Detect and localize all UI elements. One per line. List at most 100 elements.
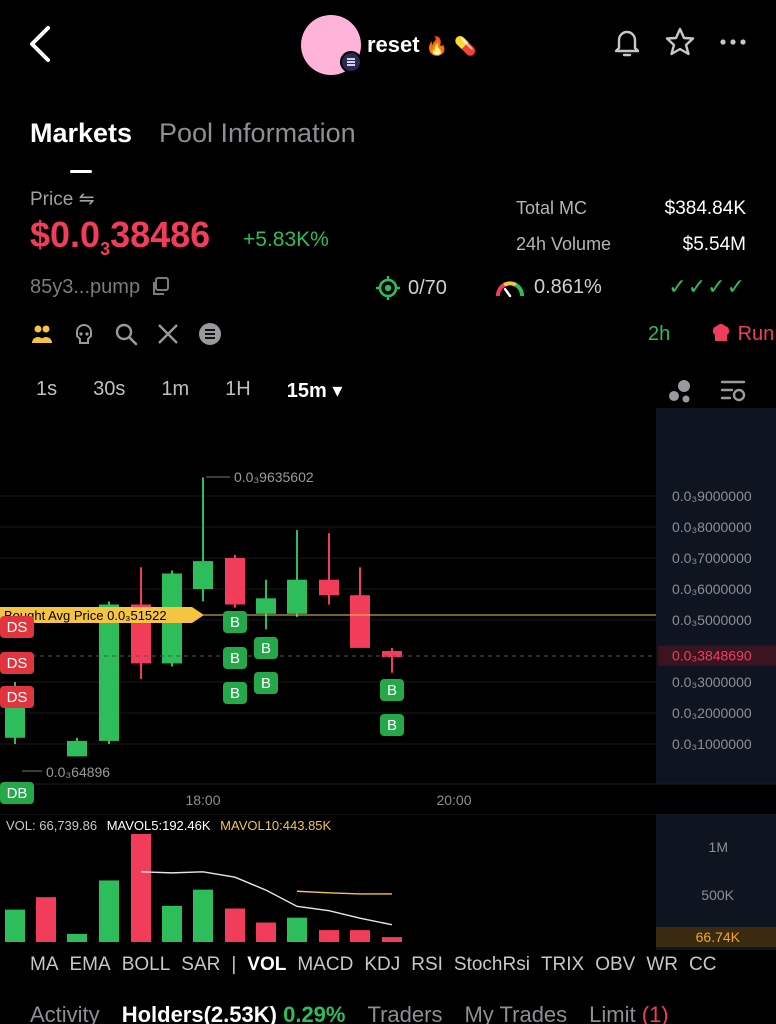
- holders-pct: 0.29%: [283, 1002, 346, 1024]
- volume-bar: [67, 933, 87, 942]
- gauge-metric: 0.861%: [494, 276, 602, 299]
- indicator-stochrsi[interactable]: StochRsi: [454, 954, 530, 982]
- indicator-kdj[interactable]: KDJ: [364, 954, 400, 982]
- trade-marker[interactable]: B: [380, 714, 404, 736]
- indicator-boll[interactable]: BOLL: [122, 954, 171, 982]
- run-indicator: Run: [710, 323, 774, 346]
- tab-markets[interactable]: Markets: [30, 118, 132, 149]
- indicator-rsi[interactable]: RSI: [411, 954, 443, 982]
- volume-bar: [382, 937, 402, 942]
- indicator-divider: |: [231, 954, 237, 975]
- y-tick-label: 0.0₃8000000: [672, 519, 752, 535]
- social-links: [30, 322, 222, 346]
- dev-icon[interactable]: [72, 322, 96, 346]
- volume-bars: [5, 834, 402, 942]
- current-vol-label: 66.74K: [696, 929, 741, 945]
- trade-marker[interactable]: DB: [0, 782, 34, 804]
- holders-metric: 0/70: [376, 276, 447, 300]
- volume-bar: [350, 930, 370, 942]
- trade-marker[interactable]: B: [254, 637, 278, 659]
- trade-marker[interactable]: DS: [0, 616, 34, 638]
- trade-marker[interactable]: DS: [0, 652, 34, 674]
- volume-legend: VOL: 66,739.86 MAVOL5:192.46K MAVOL10:44…: [6, 818, 332, 833]
- volume-bar: [36, 897, 56, 942]
- price-prefix: $0.0: [30, 214, 101, 255]
- vol-tick-label: 1M: [709, 839, 728, 855]
- indicator-macd[interactable]: MACD: [297, 954, 353, 982]
- bell-icon[interactable]: [612, 26, 642, 58]
- draw-tools-icon[interactable]: [666, 378, 694, 404]
- limit-count: (1): [641, 1002, 669, 1024]
- copy-icon[interactable]: [150, 276, 170, 296]
- chart-tools: [666, 378, 746, 404]
- chart-settings-icon[interactable]: [720, 378, 746, 404]
- price-chart[interactable]: 0.0₃9000000 0.0₃8000000 0.0₃7000000 0.0₃600…: [0, 408, 776, 816]
- trade-marker-label: B: [261, 675, 271, 692]
- high-label: 0.0₃9635602: [234, 469, 314, 485]
- tab-activity[interactable]: Activity: [30, 1002, 100, 1024]
- x-twitter-icon[interactable]: [156, 322, 180, 346]
- stat-label-market-cap: Total MC: [516, 198, 588, 218]
- candle-up: [193, 561, 213, 589]
- low-label: 0.0₃64896: [46, 764, 110, 780]
- vol-tick-label: 500K: [701, 887, 734, 903]
- tab-holders[interactable]: Holders(2.53K) 0.29%: [122, 1002, 346, 1024]
- mavol10-line: [296, 890, 392, 895]
- indicator-cc[interactable]: CC: [689, 954, 716, 982]
- interval-15m[interactable]: 15m ▾: [287, 378, 343, 403]
- header-actions: [612, 26, 748, 58]
- indicator-ema[interactable]: EMA: [70, 954, 111, 982]
- trade-marker[interactable]: B: [223, 682, 247, 704]
- volume-chart[interactable]: VOL: 66,739.86 MAVOL5:192.46K MAVOL10:44…: [0, 814, 776, 950]
- indicator-trix[interactable]: TRIX: [541, 954, 584, 982]
- volume-bar: [193, 889, 213, 942]
- x-tick-label: 18:00: [185, 792, 220, 808]
- star-icon[interactable]: [664, 26, 696, 58]
- trade-marker-label: B: [230, 685, 240, 702]
- tab-traders[interactable]: Traders: [367, 1002, 442, 1024]
- volume-bar: [287, 917, 307, 942]
- vol-legend-vol: VOL: 66,739.86: [6, 818, 97, 833]
- indicator-vol[interactable]: VOL: [247, 954, 286, 982]
- interval-1m[interactable]: 1m: [161, 378, 189, 403]
- volume-bar: [99, 880, 119, 942]
- trade-marker[interactable]: B: [223, 611, 247, 633]
- y-tick-label: 0.0₃5000000: [672, 612, 752, 628]
- run-label: Run: [737, 323, 775, 345]
- indicator-sar[interactable]: SAR: [181, 954, 220, 982]
- volume-bar: [319, 930, 339, 942]
- indicator-obv[interactable]: OBV: [595, 954, 635, 982]
- indicator-wr[interactable]: WR: [646, 954, 678, 982]
- volume-bar: [256, 922, 276, 942]
- explorer-icon[interactable]: [198, 322, 222, 346]
- indicator-selector: MA EMA BOLL SAR | VOL MACD KDJ RSI StochRsi TRIX OB…: [0, 954, 776, 982]
- community-icon[interactable]: [30, 322, 54, 346]
- candle-down: [350, 595, 370, 648]
- tab-limit[interactable]: Limit (1): [589, 1002, 668, 1024]
- current-price-label: 0.0₃3848690: [672, 648, 752, 664]
- vol-legend-mavol5: MAVOL5:192.46K: [107, 818, 211, 833]
- tab-limit-label: Limit: [589, 1002, 636, 1024]
- trade-marker[interactable]: B: [380, 679, 404, 701]
- interval-1s[interactable]: 1s: [36, 378, 57, 403]
- trade-marker[interactable]: B: [254, 672, 278, 694]
- vol-legend-mavol10: MAVOL10:443.85K: [220, 818, 331, 833]
- trade-marker[interactable]: B: [223, 647, 247, 669]
- price-value: $0.0338486: [30, 214, 210, 260]
- trade-marker-label: DS: [7, 689, 28, 706]
- more-icon[interactable]: [718, 26, 748, 58]
- candle-up: [67, 740, 87, 757]
- security-checks: ✓✓✓✓: [668, 274, 746, 299]
- candle-up: [287, 579, 307, 614]
- y-tick-label: 0.0₃3000000: [672, 674, 752, 690]
- back-button[interactable]: [22, 22, 58, 66]
- indicator-ma[interactable]: MA: [30, 954, 59, 982]
- search-icon[interactable]: [114, 322, 138, 346]
- contract-address[interactable]: 85y3...pump: [30, 276, 170, 299]
- interval-1h[interactable]: 1H: [225, 378, 251, 403]
- interval-30s[interactable]: 30s: [93, 378, 125, 403]
- trade-marker[interactable]: DS: [0, 686, 34, 708]
- interval-selector: 1s 30s 1m 1H 15m ▾: [36, 378, 378, 403]
- tab-my-trades[interactable]: My Trades: [464, 1002, 567, 1024]
- tab-pool-information[interactable]: Pool Information: [159, 118, 356, 149]
